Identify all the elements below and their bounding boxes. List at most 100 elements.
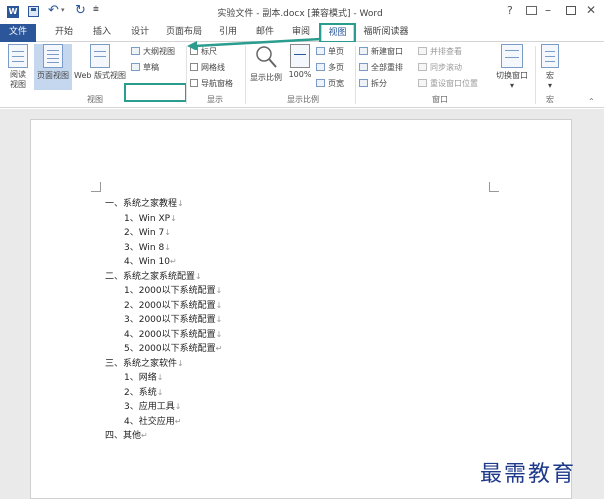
outline-item[interactable]: 1、网络↓ [124, 370, 163, 383]
save-icon[interactable] [28, 6, 39, 17]
reset-position-button[interactable]: 重设窗口位置 [418, 78, 478, 89]
magnifier-icon [256, 46, 277, 68]
outline-heading[interactable]: 二、系统之家系统配置↓ [105, 269, 202, 282]
line-text: 四、其他 [105, 431, 142, 441]
ruler-checkbox[interactable]: 标尺 [190, 46, 217, 57]
zoom-label: 显示比例 [250, 73, 282, 82]
outline-item[interactable]: 2、系统↓ [124, 385, 163, 398]
print-layout-button[interactable]: 页面视图 [34, 44, 72, 90]
word-app-icon[interactable]: W [7, 6, 19, 18]
draft-icon [131, 63, 140, 71]
reset-position-label: 重设窗口位置 [430, 79, 478, 88]
multi-page-label: 多页 [328, 63, 344, 72]
gridlines-checkbox[interactable]: 网格线 [190, 62, 225, 73]
paragraph-mark-icon: ↓ [215, 300, 223, 310]
page-width-label: 页宽 [328, 79, 344, 88]
outline-item[interactable]: 5、2000以下系统配置↵ [124, 341, 222, 354]
switch-windows-dropdown-icon: ▾ [509, 81, 514, 90]
new-window-label: 新建窗口 [371, 47, 403, 56]
outline-item[interactable]: 1、Win XP↓ [124, 211, 177, 224]
outline-item[interactable]: 3、2000以下系统配置↓ [124, 312, 222, 325]
arrange-all-button[interactable]: 全部重排 [359, 62, 403, 73]
crop-mark [91, 182, 101, 192]
print-layout-label: 页面视图 [37, 71, 69, 80]
crop-mark [489, 182, 499, 192]
outline-label: 大纲视图 [143, 47, 175, 56]
group-separator [355, 46, 356, 104]
outline-item[interactable]: 2、2000以下系统配置↓ [124, 298, 222, 311]
tab-mailings[interactable]: 邮件 [249, 24, 281, 42]
line-text: 4、Win 10 [124, 257, 170, 267]
outline-heading[interactable]: 三、系统之家软件↓ [105, 356, 184, 369]
zoom-group-label: 显示比例 [287, 95, 319, 104]
ribbon-view: 阅读 视图 页面视图 Web 版式视图 大纲视图 草稿 视图 标尺 网格线 导航… [0, 42, 604, 108]
outline-heading[interactable]: 一、系统之家教程↓ [105, 196, 184, 209]
paragraph-mark-icon: ↓ [215, 329, 223, 339]
tab-references[interactable]: 引用 [213, 24, 243, 42]
outline-item[interactable]: 3、应用工具↓ [124, 399, 181, 412]
outline-heading[interactable]: 四、其他↵ [105, 428, 148, 441]
line-text: 5、2000以下系统配置 [124, 344, 216, 354]
undo-dropdown-icon[interactable]: ▾ [61, 6, 65, 14]
split-button[interactable]: 拆分 [359, 78, 387, 89]
sync-scroll-button[interactable]: 同步滚动 [418, 62, 462, 73]
line-text: 3、应用工具 [124, 402, 175, 412]
ribbon-display-options-icon[interactable] [526, 6, 537, 15]
tab-design[interactable]: 设计 [124, 24, 156, 42]
minimize-button[interactable]: – [545, 3, 551, 17]
tab-home[interactable]: 开始 [48, 24, 80, 42]
macros-button[interactable]: 宏 ▾ [538, 44, 562, 90]
outline-item[interactable]: 2、Win 7↓ [124, 225, 171, 238]
paragraph-mark-icon: ↵ [141, 431, 148, 440]
outline-item[interactable]: 4、社交应用↵ [124, 414, 181, 427]
multi-page-button[interactable]: 多页 [316, 62, 344, 73]
help-button[interactable]: ? [507, 4, 513, 17]
collapse-ribbon-icon[interactable]: ⌃ [588, 97, 595, 106]
split-label: 拆分 [371, 79, 387, 88]
gridlines-check-icon [190, 63, 198, 71]
tab-view[interactable]: 视图 [321, 24, 354, 42]
zoom-100-button[interactable]: 100% [286, 44, 314, 79]
arrange-all-label: 全部重排 [371, 63, 403, 72]
macros-icon [541, 44, 559, 68]
page-width-button[interactable]: 页宽 [316, 78, 344, 89]
tab-page-layout[interactable]: 页面布局 [162, 24, 206, 42]
tab-file[interactable]: 文件 [0, 24, 36, 42]
draft-button[interactable]: 草稿 [131, 62, 159, 73]
paragraph-mark-icon: ↓ [215, 286, 223, 295]
document-page[interactable]: 一、系统之家教程↓ 1、Win XP↓ 2、Win 7↓ 3、Win 8↓ 4、Win … [30, 119, 572, 499]
nav-pane-check-icon [190, 79, 198, 87]
ruler-label: 标尺 [201, 47, 217, 56]
web-layout-icon [90, 44, 110, 68]
outline-item[interactable]: 4、2000以下系统配置↓ [124, 327, 222, 340]
paragraph-mark-icon: ↵ [174, 416, 182, 426]
switch-windows-button[interactable]: 切换窗口 ▾ [492, 44, 532, 90]
read-mode-button[interactable]: 阅读 视图 [4, 44, 32, 90]
new-window-button[interactable]: 新建窗口 [359, 46, 403, 57]
tab-review[interactable]: 审阅 [286, 24, 316, 42]
undo-icon[interactable]: ↶ [48, 3, 59, 18]
close-button[interactable]: ✕ [586, 3, 596, 17]
side-by-side-button[interactable]: 并排查看 [418, 46, 462, 57]
outline-view-button[interactable]: 大纲视图 [131, 46, 175, 57]
line-text: 2、系统 [124, 387, 157, 398]
line-text: 三、系统之家软件 [105, 358, 178, 369]
tab-insert[interactable]: 插入 [86, 24, 118, 42]
one-page-button[interactable]: 单页 [316, 46, 344, 57]
tab-foxit-reader[interactable]: 福昕阅读器 [360, 24, 412, 42]
maximize-button[interactable] [566, 6, 576, 15]
macros-dropdown-icon: ▾ [547, 81, 552, 90]
outline-item[interactable]: 1、2000以下系统配置↓ [124, 283, 222, 296]
draft-label: 草稿 [143, 63, 159, 72]
customize-toolbar-icon[interactable]: ⩧ [93, 4, 99, 15]
nav-pane-checkbox[interactable]: 导航窗格 [190, 78, 233, 89]
outline-item[interactable]: 3、Win 8↓ [124, 240, 171, 253]
outline-item[interactable]: 4、Win 10↵ [124, 254, 177, 267]
arrange-all-icon [359, 63, 368, 71]
zoom-button[interactable]: 显示比例 [248, 44, 284, 83]
line-text: 一、系统之家教程 [105, 199, 178, 209]
paragraph-mark-icon: ↓ [174, 402, 182, 411]
redo-icon[interactable]: ↻ [75, 3, 86, 18]
web-layout-button[interactable]: Web 版式视图 [73, 44, 127, 81]
line-text: 1、Win XP [124, 213, 171, 224]
